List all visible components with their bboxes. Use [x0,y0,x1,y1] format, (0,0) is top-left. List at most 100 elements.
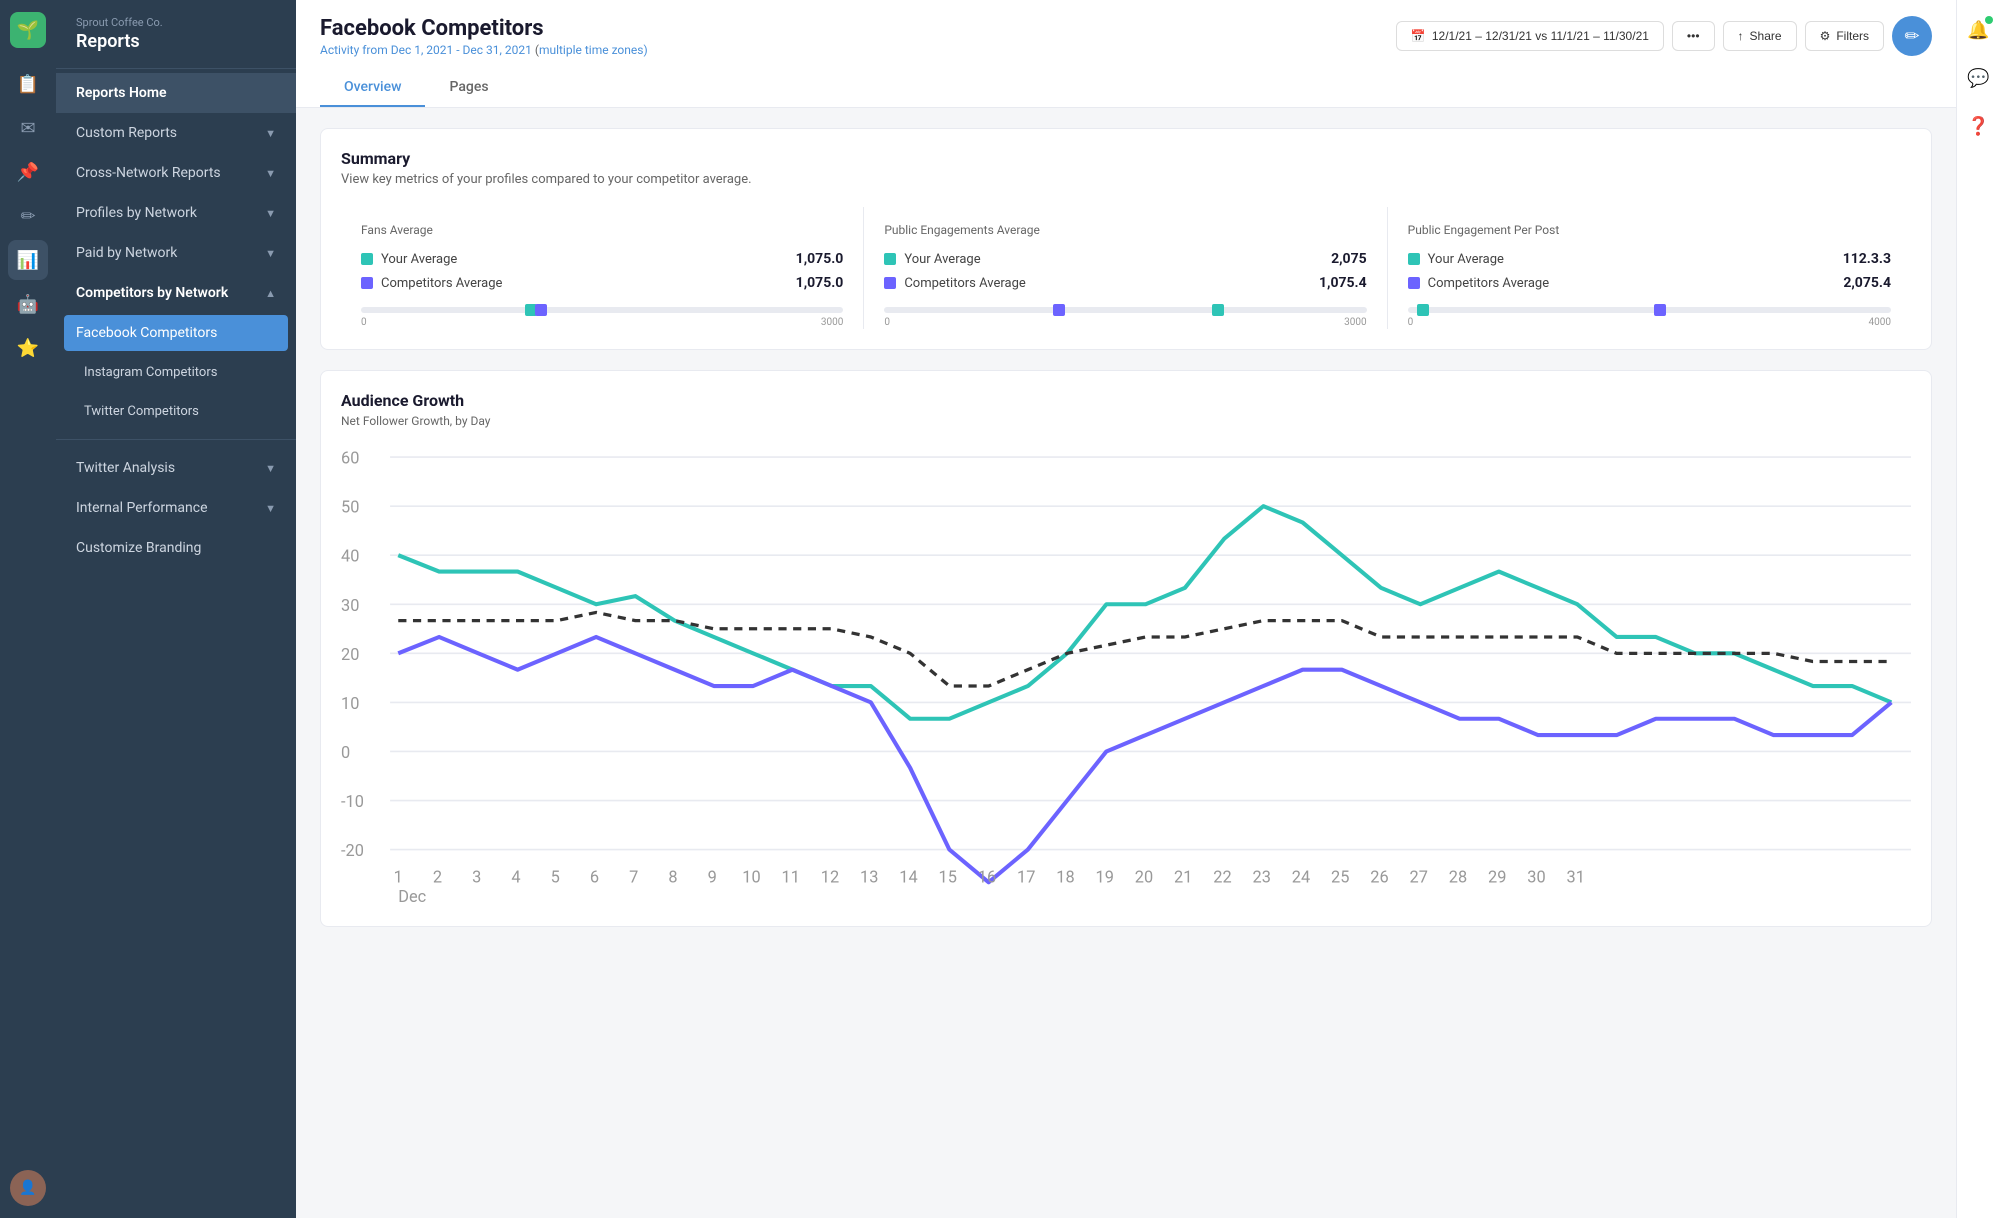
user-avatar[interactable]: 👤 [10,1170,46,1206]
purple-dot [1408,277,1420,289]
nav-compose-icon[interactable]: ✏ [8,196,48,236]
svg-text:40: 40 [341,547,359,566]
chevron-icon: ▲ [265,287,276,300]
svg-text:16: 16 [978,867,996,886]
fans-your-row: Your Average 1,075.0 [361,251,843,267]
fans-progress: 0 3000 [361,307,843,313]
svg-text:Dec: Dec [398,887,426,906]
perpost-progress: 0 4000 [1408,307,1891,313]
perpost-comp-value: 2,075.4 [1843,275,1891,291]
svg-text:25: 25 [1331,867,1349,886]
svg-text:12: 12 [821,867,839,886]
filters-button[interactable]: ⚙ Filters [1805,21,1884,51]
eng-progress: 0 3000 [884,307,1366,313]
page-tabs: Overview Pages [320,69,1932,107]
sidebar-item-profiles-by-network[interactable]: Profiles by Network ▼ [56,193,296,233]
help-icon[interactable]: ❓ [1961,108,1997,144]
chart-label: Net Follower Growth, by Day [341,414,1911,428]
date-range-button[interactable]: 📅 12/1/21 – 12/31/21 vs 11/1/21 – 11/30/… [1396,21,1664,51]
svg-text:13: 13 [860,867,878,886]
teal-dot [361,253,373,265]
svg-text:27: 27 [1410,867,1428,886]
notification-badge [1985,16,1993,24]
main-content: Facebook Competitors Activity from Dec 1… [296,0,1956,1218]
sidebar-item-facebook-competitors[interactable]: Facebook Competitors [64,315,288,351]
chevron-icon: ▼ [265,207,276,220]
icon-rail: 🌱 📋 ✉ 📌 ✏ 📊 🤖 ⭐ 👤 [0,0,56,1218]
perpost-label: Public Engagement Per Post [1408,223,1891,237]
sidebar-item-customize-branding[interactable]: Customize Branding [56,528,296,568]
sidebar-item-twitter-competitors[interactable]: Twitter Competitors [56,392,296,431]
sidebar-item-instagram-competitors[interactable]: Instagram Competitors [56,353,296,392]
sidebar-item-custom-reports[interactable]: Custom Reports ▼ [56,113,296,153]
summary-public-engagements: Public Engagements Average Your Average … [864,207,1387,329]
tab-overview[interactable]: Overview [320,69,425,107]
fans-comp-value: 1,075.0 [796,275,844,291]
share-button[interactable]: ↑ Share [1723,21,1797,51]
teal-dot [1408,253,1420,265]
app-logo: 🌱 [10,12,46,48]
svg-text:24: 24 [1292,867,1310,886]
perpost-your-row: Your Average 112.3.3 [1408,251,1891,267]
page-content: Summary View key metrics of your profile… [296,108,1956,1218]
svg-text:11: 11 [782,867,800,886]
sidebar-item-cross-network[interactable]: Cross-Network Reports ▼ [56,153,296,193]
svg-text:29: 29 [1488,867,1506,886]
tab-pages[interactable]: Pages [425,69,512,107]
svg-text:3: 3 [472,867,481,886]
page-subtitle: Activity from Dec 1, 2021 - Dec 31, 2021… [320,43,648,57]
nav-analytics-icon[interactable]: 📊 [8,240,48,280]
teal-marker [1417,304,1429,316]
svg-text:4: 4 [511,867,520,886]
sidebar-item-twitter-analysis[interactable]: Twitter Analysis ▼ [56,448,296,488]
chevron-icon: ▼ [265,167,276,180]
purple-dot [884,277,896,289]
sidebar-item-internal-performance[interactable]: Internal Performance ▼ [56,488,296,528]
nav-feed-icon[interactable]: 📋 [8,64,48,104]
eng-comp-value: 1,075.4 [1319,275,1367,291]
nav-inbox-icon[interactable]: ✉ [8,108,48,148]
svg-text:8: 8 [668,867,677,886]
nav-tasks-icon[interactable]: 📌 [8,152,48,192]
svg-text:14: 14 [899,867,917,886]
svg-text:50: 50 [341,498,359,517]
nav-star-icon[interactable]: ⭐ [8,328,48,368]
sidebar-item-paid-by-network[interactable]: Paid by Network ▼ [56,233,296,273]
svg-text:-10: -10 [341,792,364,811]
compose-button[interactable]: ✏ [1892,16,1932,56]
fans-your-value: 1,075.0 [796,251,844,267]
sidebar-header: Sprout Coffee Co. Reports [56,0,296,69]
audience-growth-title: Audience Growth [341,391,1911,410]
svg-text:2: 2 [433,867,442,886]
page-title: Facebook Competitors [320,16,648,41]
svg-text:10: 10 [341,694,359,713]
svg-text:-20: -20 [341,841,364,860]
company-name: Sprout Coffee Co. [76,16,276,29]
svg-text:1: 1 [394,867,403,886]
chat-icon[interactable]: 💬 [1961,60,1997,96]
svg-text:18: 18 [1056,867,1074,886]
teal-dot [884,253,896,265]
filter-icon: ⚙ [1820,29,1831,43]
chevron-icon: ▼ [265,462,276,475]
teal-marker [1212,304,1224,316]
svg-text:10: 10 [742,867,760,886]
page-header: Facebook Competitors Activity from Dec 1… [296,0,1956,108]
purple-marker [1053,304,1065,316]
audience-growth-chart: 60 50 40 30 20 10 0 -10 -20 [341,444,1911,902]
perpost-your-value: 112.3.3 [1843,251,1891,267]
sidebar-nav: Reports Home Custom Reports ▼ Cross-Netw… [56,73,296,568]
summary-fans-average: Fans Average Your Average 1,075.0 Compet… [341,207,864,329]
svg-text:30: 30 [341,596,359,615]
fans-comp-row: Competitors Average 1,075.0 [361,275,843,291]
more-options-button[interactable]: ••• [1672,21,1715,51]
svg-text:23: 23 [1253,867,1271,886]
svg-text:31: 31 [1567,867,1585,886]
notifications-icon[interactable]: 🔔 [1961,12,1997,48]
nav-schedule-icon[interactable]: 🤖 [8,284,48,324]
eng-comp-row: Competitors Average 1,075.4 [884,275,1366,291]
sidebar-item-competitors-by-network[interactable]: Competitors by Network ▲ [56,273,296,313]
svg-text:15: 15 [939,867,957,886]
sidebar-item-reports-home[interactable]: Reports Home [56,73,296,113]
share-icon: ↑ [1738,29,1744,43]
